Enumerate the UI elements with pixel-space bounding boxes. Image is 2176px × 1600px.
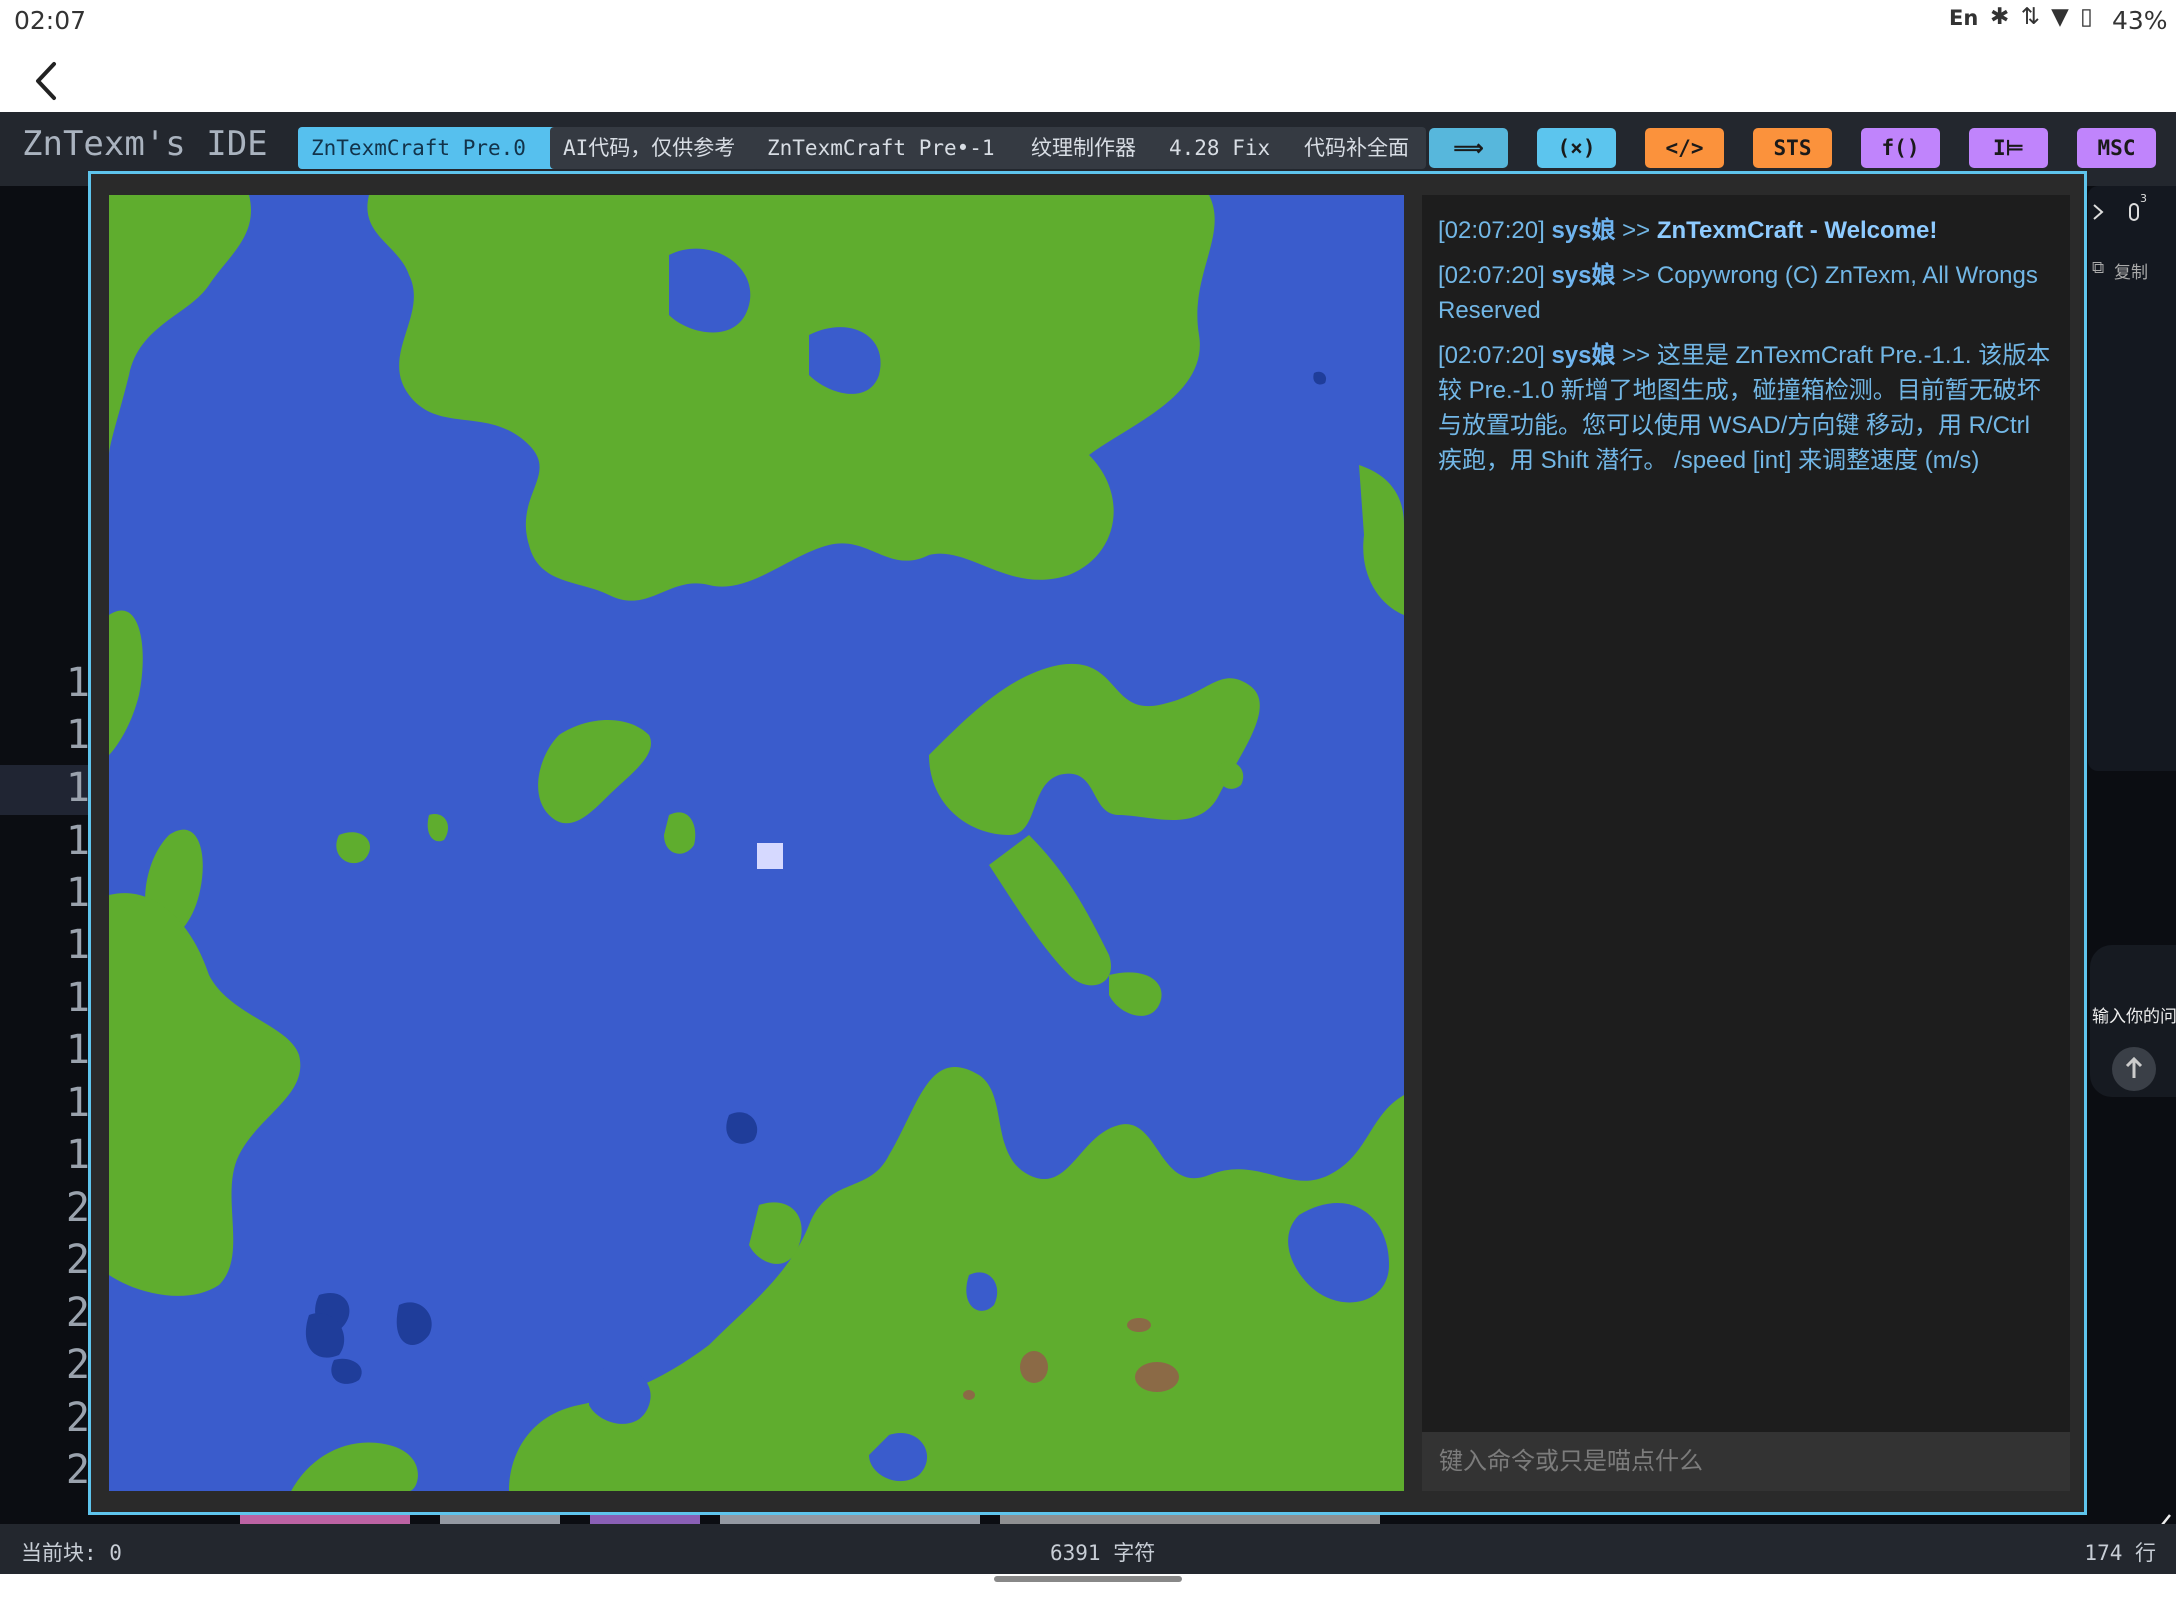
message-time: [02:07:20]	[1438, 342, 1545, 369]
line-number: 2	[65, 1185, 90, 1231]
line-number: 2	[65, 1290, 90, 1336]
expand-arrow-icon[interactable]	[2088, 202, 2108, 222]
chat-log: [02:07:20] sys娘 >> ZnTexmCraft - Welcome…	[1438, 213, 2058, 488]
message-sender: sys娘	[1551, 217, 1616, 244]
character-count: 6391 字符	[1050, 1541, 1156, 1565]
line-number: 1	[65, 922, 90, 968]
line-number: 1	[65, 660, 90, 706]
misc-button[interactable]: MSC	[2077, 128, 2156, 168]
copy-icon[interactable]: ⧉	[2092, 258, 2104, 278]
back-arrow-icon[interactable]	[30, 58, 66, 104]
ai-question-placeholder: 输入你的问	[2092, 1007, 2176, 1027]
game-world-map[interactable]	[109, 195, 1404, 1491]
line-number: 1	[65, 870, 90, 916]
dirt-patch	[1135, 1362, 1179, 1392]
current-block-indicator: 当前块: 0	[21, 1541, 122, 1565]
keyboard-language: En	[1949, 6, 1979, 30]
home-gesture-bar[interactable]	[994, 1576, 1182, 1582]
arrow-button[interactable]: ⟹	[1429, 128, 1508, 168]
copy-button[interactable]: 复制	[2114, 258, 2148, 283]
attachment-count-badge: 3	[2140, 192, 2147, 205]
tab-code-completion[interactable]: 代码补全面	[1291, 127, 1426, 169]
status-time: 02:07	[14, 6, 87, 35]
line-number: 1	[65, 975, 90, 1021]
line-number: 1	[65, 1132, 90, 1178]
chat-command-input[interactable]	[1422, 1432, 2070, 1491]
line-number: 1	[65, 765, 90, 811]
connectivity-icons: ✱ ⇅ ▼ ▯	[1990, 4, 2095, 30]
game-chat-panel: [02:07:20] sys娘 >> ZnTexmCraft - Welcome…	[1422, 195, 2070, 1491]
message-separator: >>	[1622, 217, 1651, 244]
send-arrow-icon[interactable]	[2111, 1046, 2157, 1092]
grass-region	[664, 812, 696, 854]
line-number: 2	[65, 1395, 90, 1441]
system-status-bar	[0, 0, 2176, 50]
chat-message: [02:07:20] sys娘 >> 这里是 ZnTexmCraft Pre.-…	[1438, 338, 2058, 478]
line-count: 174 行	[2084, 1541, 2156, 1565]
tab-ai-code[interactable]: AI代码，仅供参考	[550, 127, 769, 169]
line-number: 1	[65, 712, 90, 758]
line-number: 2	[65, 1447, 90, 1493]
navigation-bar	[0, 50, 2176, 112]
message-time: [02:07:20]	[1438, 262, 1545, 289]
message-time: [02:07:20]	[1438, 217, 1545, 244]
line-number: 2	[65, 1237, 90, 1283]
tab-zntexmcraft-pre0[interactable]: ZnTexmCraft Pre.0	[298, 127, 568, 169]
ide-title: ZnTexm's IDE	[22, 124, 268, 164]
line-number: 2	[65, 1342, 90, 1388]
sts-button[interactable]: STS	[1753, 128, 1832, 168]
chat-message: [02:07:20] sys娘 >> ZnTexmCraft - Welcome…	[1438, 213, 2058, 248]
line-number: 1	[65, 818, 90, 864]
line-number: 1	[65, 1080, 90, 1126]
dirt-patch	[963, 1390, 975, 1400]
chat-message: [02:07:20] sys娘 >> Copywrong (C) ZnTexm,…	[1438, 258, 2058, 328]
dirt-patch	[1127, 1318, 1151, 1332]
editor-status-bar: 当前块: 0 6391 字符 174 行	[0, 1524, 2176, 1574]
code-button[interactable]: </>	[1645, 128, 1724, 168]
variable-button[interactable]: (×)	[1537, 128, 1616, 168]
tab-428-fix[interactable]: 4.28 Fix	[1156, 127, 1304, 169]
message-sender: sys娘	[1551, 262, 1616, 289]
dirt-patch	[1020, 1351, 1048, 1383]
tab-zntexmcraft-pre-1[interactable]: ZnTexmCraft Pre•-1	[754, 127, 1025, 169]
tab-texture-maker[interactable]: 纹理制作器	[1018, 127, 1169, 169]
function-button[interactable]: f()	[1861, 128, 1940, 168]
battery-level: 43%	[2112, 6, 2168, 35]
message-text: ZnTexmCraft - Welcome!	[1656, 217, 1938, 244]
message-separator: >>	[1622, 342, 1651, 369]
format-button[interactable]: I⊨	[1969, 128, 2048, 168]
message-sender: sys娘	[1551, 342, 1616, 369]
player	[757, 843, 783, 869]
line-number: 1	[65, 1027, 90, 1073]
message-separator: >>	[1622, 262, 1651, 289]
